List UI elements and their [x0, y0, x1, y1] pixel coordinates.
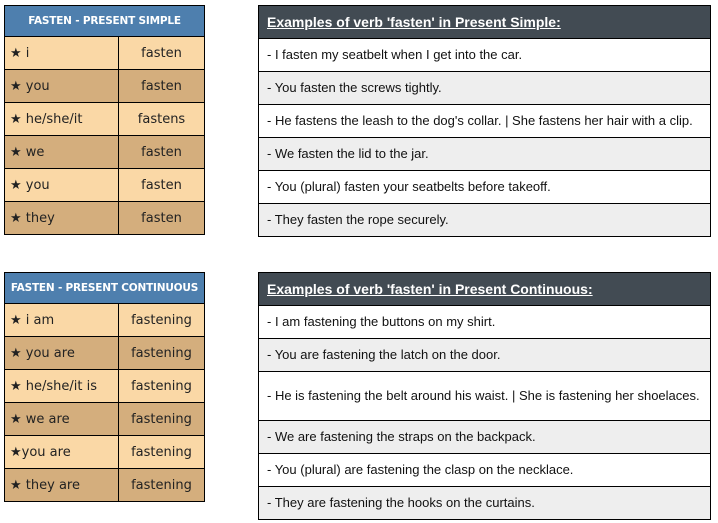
pronoun-cell: ★ you are [4, 336, 119, 370]
pronoun-cell: ★ i am [4, 303, 119, 337]
example-row: - I fasten my seatbelt when I get into t… [258, 38, 711, 72]
example-row: - He is fastening the belt around his wa… [258, 371, 711, 421]
verb-form-cell: fastens [118, 102, 205, 136]
example-row: - I am fastening the buttons on my shirt… [258, 305, 711, 339]
conjugation-row: ★ you are fastening [4, 336, 205, 370]
pronoun-cell: ★ they [4, 201, 119, 235]
pronoun-cell: ★ he/she/it is [4, 369, 119, 403]
example-row: - We are fastening the straps on the bac… [258, 420, 711, 454]
example-row: - We fasten the lid to the jar. [258, 137, 711, 171]
pronoun-cell: ★ we are [4, 402, 119, 436]
examples-table-title: Examples of verb 'fasten' in Present Con… [258, 272, 711, 306]
present-continuous-conjugation-table: FASTEN - PRESENT CONTINUOUS ★ i am fasten… [4, 272, 205, 502]
verb-form-cell: fastening [118, 336, 205, 370]
conjugation-row: ★ we fasten [4, 135, 205, 169]
example-sentence: - They fasten the rope securely. [258, 203, 711, 237]
conjugation-row: ★ he/she/it is fastening [4, 369, 205, 403]
example-row: - You (plural) are fastening the clasp o… [258, 453, 711, 487]
conjugation-table-title: FASTEN - PRESENT SIMPLE [4, 5, 205, 37]
example-sentence: - I fasten my seatbelt when I get into t… [258, 38, 711, 72]
conjugation-row: ★ you fasten [4, 168, 205, 202]
pronoun-cell: ★ we [4, 135, 119, 169]
verb-form-cell: fasten [118, 201, 205, 235]
example-sentence: - I am fastening the buttons on my shirt… [258, 305, 711, 339]
conjugation-table-title: FASTEN - PRESENT CONTINUOUS [4, 272, 205, 304]
conjugation-row: ★ you fasten [4, 69, 205, 103]
conjugation-row: ★ i am fastening [4, 303, 205, 337]
verb-form-cell: fasten [118, 69, 205, 103]
example-sentence: - He fastens the leash to the dog's coll… [258, 104, 711, 138]
example-row: - You (plural) fasten your seatbelts bef… [258, 170, 711, 204]
verb-form-cell: fastening [118, 402, 205, 436]
verb-form-cell: fastening [118, 303, 205, 337]
example-sentence: - We are fastening the straps on the bac… [258, 420, 711, 454]
verb-form-cell: fastening [118, 468, 205, 502]
examples-title-text: Examples of verb 'fasten' in Present Con… [267, 281, 593, 297]
examples-title-text: Examples of verb 'fasten' in Present Sim… [267, 14, 561, 30]
conjugation-row: ★ we are fastening [4, 402, 205, 436]
conjugation-row: ★ they are fastening [4, 468, 205, 502]
conjugation-row: ★ i fasten [4, 36, 205, 70]
present-continuous-examples-table: Examples of verb 'fasten' in Present Con… [258, 272, 711, 520]
example-sentence: - You are fastening the latch on the doo… [258, 338, 711, 372]
example-row: - He fastens the leash to the dog's coll… [258, 104, 711, 138]
example-sentence: - You (plural) are fastening the clasp o… [258, 453, 711, 487]
example-sentence: - You (plural) fasten your seatbelts bef… [258, 170, 711, 204]
example-row: - You fasten the screws tightly. [258, 71, 711, 105]
example-row: - They are fastening the hooks on the cu… [258, 486, 711, 520]
pronoun-cell: ★ you [4, 69, 119, 103]
verb-form-cell: fasten [118, 36, 205, 70]
pronoun-cell: ★ you [4, 168, 119, 202]
pronoun-cell: ★ i [4, 36, 119, 70]
pronoun-cell: ★ he/she/it [4, 102, 119, 136]
pronoun-cell: ★ they are [4, 468, 119, 502]
example-sentence: - You fasten the screws tightly. [258, 71, 711, 105]
conjugation-row: ★ they fasten [4, 201, 205, 235]
verb-form-cell: fasten [118, 135, 205, 169]
verb-form-cell: fastening [118, 369, 205, 403]
example-row: - They fasten the rope securely. [258, 203, 711, 237]
verb-form-cell: fastening [118, 435, 205, 469]
example-row: - You are fastening the latch on the doo… [258, 338, 711, 372]
verb-form-cell: fasten [118, 168, 205, 202]
example-sentence: - He is fastening the belt around his wa… [258, 371, 711, 421]
examples-table-title: Examples of verb 'fasten' in Present Sim… [258, 5, 711, 39]
present-simple-conjugation-table: FASTEN - PRESENT SIMPLE ★ i fasten ★ you f… [4, 5, 205, 235]
example-sentence: - We fasten the lid to the jar. [258, 137, 711, 171]
conjugation-row: ★ he/she/it fastens [4, 102, 205, 136]
present-simple-examples-table: Examples of verb 'fasten' in Present Sim… [258, 5, 711, 237]
pronoun-cell: ★you are [4, 435, 119, 469]
conjugation-row: ★you are fastening [4, 435, 205, 469]
example-sentence: - They are fastening the hooks on the cu… [258, 486, 711, 520]
